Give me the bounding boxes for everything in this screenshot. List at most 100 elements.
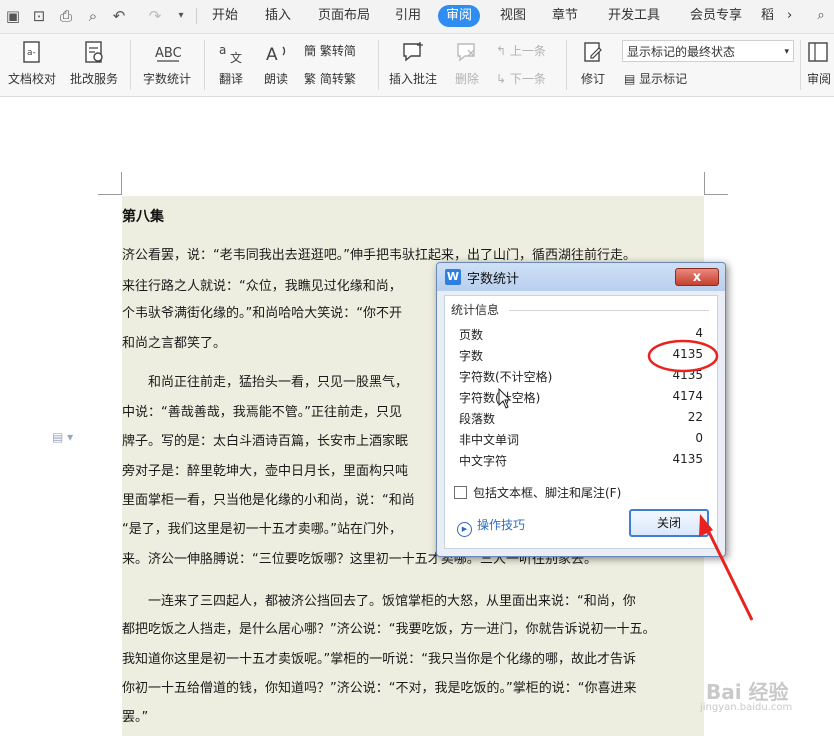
stat-value: 4135 — [672, 368, 703, 382]
crop-mark — [98, 194, 122, 195]
simp-trad-icon: 繁 — [304, 72, 317, 86]
watermark-logo: Bai 经验 — [706, 680, 789, 704]
prev-icon: ↰ — [496, 44, 507, 58]
batch-revise-button[interactable]: 批改服务 — [66, 36, 122, 94]
translate-button[interactable]: a文 翻译 — [210, 36, 252, 94]
trad-to-simp-button[interactable]: 簡 繁转简 — [304, 40, 356, 62]
tab-chapter[interactable]: 章节 — [544, 5, 586, 27]
text-line: 你初一十五给僧道的钱，你知道吗？”济公说：“不对，我是吃饭的。”掌柜的说：“你喜… — [122, 681, 637, 696]
tab-member[interactable]: 会员专享 — [682, 5, 750, 27]
translate-icon: a文 — [219, 43, 242, 65]
divider — [509, 310, 709, 311]
stat-row-paragraphs: 段落数 22 — [459, 408, 703, 429]
stat-value: 4174 — [672, 389, 703, 403]
ribbon: a- 文档校对 批改服务 ABC 字数统计 a文 翻译 A 朗读 簡 繁转简 繁… — [0, 34, 834, 97]
next-icon: ↳ — [496, 72, 507, 86]
word-count-icon: ABC — [155, 46, 181, 62]
close-icon[interactable]: x — [675, 268, 719, 286]
stat-value: 4 — [695, 326, 703, 340]
text-line: 都把吃饭之人挡走，是什么居心哪？”济公说：“我要吃饭，方一进门，你就告诉说初一十… — [122, 622, 656, 637]
tabs-scroll-right[interactable]: › — [785, 5, 794, 27]
crop-mark — [704, 194, 728, 195]
stat-row-pages: 页数 4 — [459, 324, 703, 345]
tips-link[interactable]: ▶ 操作技巧 — [457, 516, 525, 537]
include-textbox-checkbox[interactable]: 包括文本框、脚注和尾注(F) — [454, 484, 621, 501]
stat-label: 段落数 — [459, 412, 496, 426]
stats-group-label: 统计信息 — [451, 303, 500, 317]
stat-label: 字数 — [459, 349, 484, 363]
delete-comment-button: 删除 — [446, 36, 488, 94]
close-button[interactable]: 关闭 — [629, 509, 709, 537]
tab-bar: ▣ ⊡ ⎙ ⌕ ↶ ↷ ▾ 开始 插入 页面布局 引用 审阅 视图 章节 开发工… — [0, 0, 834, 34]
read-aloud-button[interactable]: A 朗读 — [256, 36, 296, 94]
svg-text:a-: a- — [27, 48, 36, 58]
next-comment-button: ↳ 下一条 — [496, 72, 546, 86]
undo-icon[interactable]: ↶ — [110, 7, 128, 25]
stat-label: 页数 — [459, 328, 484, 342]
stat-value: 4135 — [672, 347, 703, 361]
stat-row-chars-with-spaces: 字符数(计空格)4174 — [459, 387, 703, 408]
stat-row-non-chinese-words: 非中文单词 0 — [459, 429, 703, 450]
track-changes-icon — [584, 42, 602, 62]
print-icon[interactable]: ⎙ — [57, 7, 75, 25]
tab-references[interactable]: 引用 — [387, 5, 429, 27]
page-side-menu-icon[interactable]: ▤ ▾ — [52, 430, 73, 444]
stat-value: 22 — [687, 410, 703, 424]
wps-writer-icon: W — [445, 269, 461, 285]
stat-label: 非中文单词 — [459, 433, 520, 447]
stat-row-chars-no-spaces: 字符数(不计空格) 4135 — [459, 366, 703, 387]
stat-value: 4135 — [672, 452, 703, 466]
insert-comment-button[interactable]: 插入批注 — [384, 36, 442, 94]
dialog-titlebar[interactable]: W 字数统计 x — [437, 263, 725, 291]
tab-review[interactable]: 审阅 — [438, 5, 481, 27]
text-line: 一连来了三四起人，都被济公挡回去了。饭馆掌柜的大怒，从里面出来说：“和尚，你 — [122, 594, 636, 609]
redo-icon: ↷ — [148, 7, 162, 25]
review-pane-button[interactable]: 审阅 — [804, 36, 834, 94]
text-line: 罢。” — [122, 710, 149, 725]
tab-view[interactable]: 视图 — [492, 5, 534, 27]
save-icon[interactable]: ⊡ — [30, 7, 48, 25]
doc-proof-button[interactable]: a- 文档校对 — [4, 36, 60, 94]
tab-page-layout[interactable]: 页面布局 — [310, 5, 378, 27]
review-pane-icon — [808, 42, 828, 62]
svg-text:A: A — [266, 45, 278, 65]
search-icon[interactable]: ⌕ — [812, 7, 830, 25]
comment-plus-icon — [403, 42, 423, 62]
svg-text:ABC: ABC — [155, 46, 181, 61]
file-icon[interactable]: ▣ — [4, 7, 22, 25]
play-circle-icon: ▶ — [457, 522, 472, 537]
svg-text:a: a — [219, 43, 226, 57]
chevron-down-icon[interactable]: ▾ — [172, 7, 190, 25]
divider — [204, 40, 205, 90]
track-changes-button[interactable]: 修订 — [572, 36, 614, 94]
text-line: 我知道你这里是初一十五才卖饭呢。”掌柜的一听说：“我只当你是个化缘的哪，故此才告… — [122, 652, 636, 667]
show-markup-icon: ▤ — [624, 72, 636, 86]
trad-simp-icon: 簡 — [304, 44, 317, 58]
tab-developer[interactable]: 开发工具 — [600, 5, 668, 27]
chevron-down-icon: ▾ — [784, 47, 789, 57]
tab-home[interactable]: 开始 — [204, 5, 246, 27]
word-count-dialog: W 字数统计 x 统计信息 页数 4 字数 4135 字符数(不计空格) 4135 字… — [436, 262, 726, 557]
tab-insert[interactable]: 插入 — [257, 5, 299, 27]
prev-comment-button: ↰ 上一条 — [496, 44, 546, 58]
divider — [800, 40, 801, 90]
stat-value: 0 — [695, 431, 703, 445]
word-count-button[interactable]: ABC 字数统计 — [138, 36, 196, 94]
chapter-heading: 第八集 — [122, 209, 164, 225]
mouse-cursor-icon — [498, 388, 512, 409]
crop-mark — [121, 172, 122, 194]
print-preview-icon[interactable]: ⌕ — [84, 7, 102, 25]
batch-revise-icon — [85, 41, 103, 63]
stat-row-chinese-chars: 中文字符 4135 — [459, 450, 703, 471]
read-aloud-icon: A — [266, 45, 286, 65]
divider — [196, 8, 197, 24]
stat-label: 中文字符 — [459, 454, 508, 468]
divider — [566, 40, 567, 90]
dialog-title: 字数统计 — [467, 272, 520, 287]
markup-state-select[interactable]: 显示标记的最终状态 ▾ — [622, 40, 794, 62]
tab-more-truncated[interactable]: 稻 — [757, 5, 787, 27]
watermark-url: jingyan.baidu.com — [700, 702, 793, 713]
checkbox-icon[interactable] — [454, 486, 467, 499]
simp-to-trad-button[interactable]: 繁 简转繁 — [304, 68, 356, 90]
show-markup-button[interactable]: ▤ 显示标记 — [624, 68, 687, 90]
